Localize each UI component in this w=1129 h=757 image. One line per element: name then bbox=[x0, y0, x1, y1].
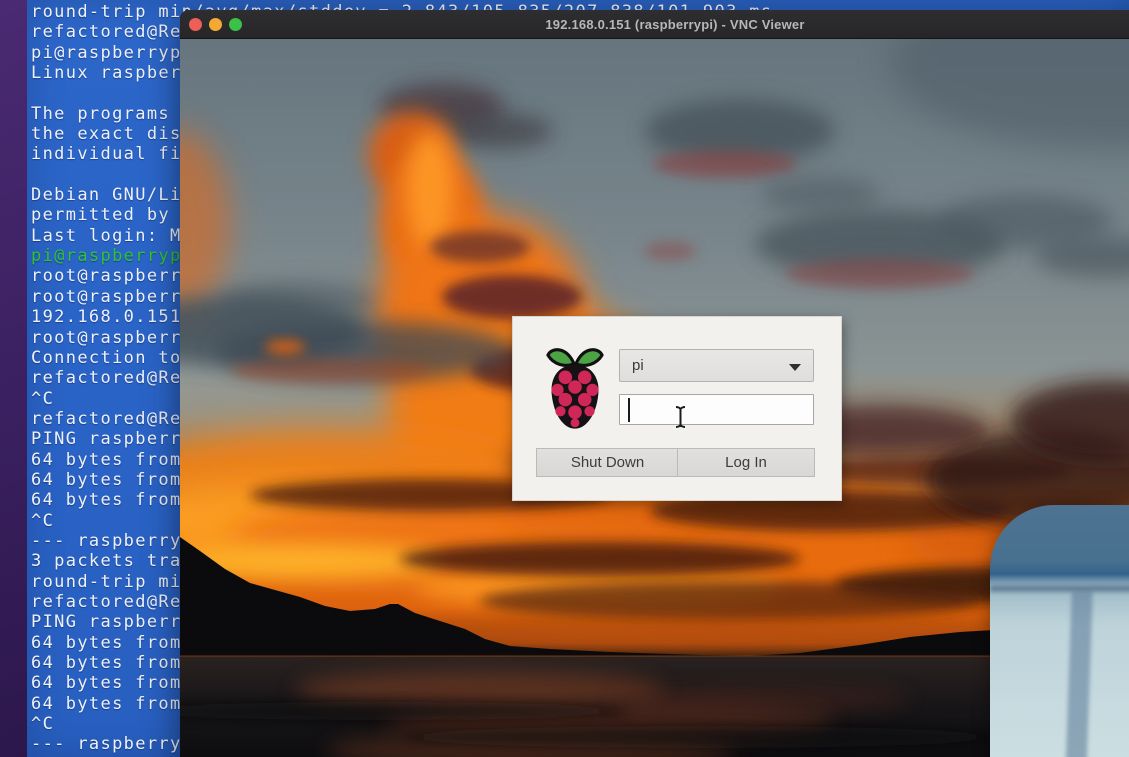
shutdown-button[interactable]: Shut Down bbox=[536, 448, 678, 477]
mouse-cursor-ibeam bbox=[675, 406, 686, 428]
chevron-down-icon bbox=[789, 364, 801, 371]
remote-desktop: pi Shut Down Log In bbox=[180, 39, 1129, 757]
login-dialog: pi Shut Down Log In bbox=[512, 316, 842, 501]
vnc-viewer-window: 192.168.0.151 (raspberrypi) - VNC Viewer bbox=[180, 10, 1129, 757]
camera-overlay bbox=[990, 505, 1129, 757]
camera-overlay-detail bbox=[990, 585, 1129, 592]
password-input[interactable] bbox=[619, 394, 814, 425]
raspberry-pi-logo-icon bbox=[546, 348, 604, 429]
vnc-titlebar[interactable]: 192.168.0.151 (raspberrypi) - VNC Viewer bbox=[180, 10, 1129, 39]
desktop: round-trip min/avg/max/stddev = 2.843/10… bbox=[0, 0, 1129, 757]
login-button[interactable]: Log In bbox=[677, 448, 815, 477]
window-title: 192.168.0.151 (raspberrypi) - VNC Viewer bbox=[545, 17, 805, 32]
text-caret bbox=[628, 398, 630, 422]
username-value: pi bbox=[632, 357, 644, 374]
camera-overlay-detail bbox=[1064, 591, 1093, 757]
username-dropdown[interactable]: pi bbox=[619, 349, 814, 382]
